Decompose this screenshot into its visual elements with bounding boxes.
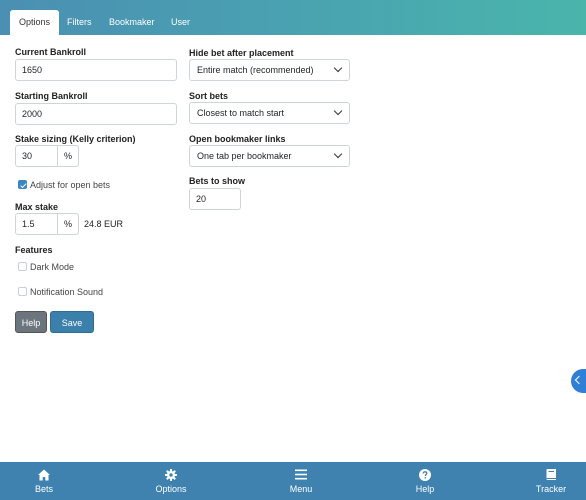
chevron-down-icon <box>333 149 343 159</box>
help-button[interactable]: Help <box>15 311 47 333</box>
gear-icon <box>165 469 177 481</box>
nav-tracker-label: Tracker <box>535 484 567 494</box>
open-links-select[interactable]: One tab per bookmaker <box>189 145 350 167</box>
stake-sizing-input[interactable]: 30 <box>15 145 58 167</box>
notification-sound-checkbox[interactable] <box>18 287 27 296</box>
hide-bet-select[interactable]: Entire match (recommended) <box>189 59 350 81</box>
bottom-nav: Bets Options Menu Help Tracker <box>0 462 586 500</box>
side-panel-toggle[interactable] <box>571 369 586 393</box>
nav-menu[interactable]: Menu <box>271 462 331 500</box>
nav-bets[interactable]: Bets <box>14 462 74 500</box>
bets-to-show-label: Bets to show <box>189 176 246 186</box>
adjust-open-bets-label: Adjust for open bets <box>30 180 111 190</box>
chevron-left-icon <box>574 375 584 385</box>
save-button[interactable]: Save <box>50 311 94 333</box>
bets-to-show-input[interactable]: 20 <box>189 188 241 210</box>
book-icon <box>546 469 556 480</box>
chevron-down-icon <box>333 63 343 73</box>
notification-sound-label: Notification Sound <box>30 287 104 297</box>
nav-bets-label: Bets <box>34 484 53 494</box>
sort-bets-select[interactable]: Closest to match start <box>189 102 350 124</box>
chevron-down-icon <box>333 106 343 116</box>
stake-sizing-percent-addon: % <box>58 145 79 167</box>
max-stake-input[interactable]: 1.5 <box>15 213 58 235</box>
tab-options[interactable]: Options <box>10 10 60 35</box>
stake-sizing-label: Stake sizing (Kelly criterion) <box>15 134 136 144</box>
menu-icon <box>295 469 307 480</box>
max-stake-amount: 24.8 EUR <box>84 219 124 229</box>
nav-options[interactable]: Options <box>141 462 201 500</box>
nav-menu-label: Menu <box>289 484 313 494</box>
starting-bankroll-input[interactable]: 2000 <box>15 103 177 125</box>
nav-options-label: Options <box>155 484 187 494</box>
dark-mode-checkbox[interactable] <box>18 262 27 271</box>
sort-bets-label: Sort bets <box>189 91 229 101</box>
max-stake-label: Max stake <box>15 202 59 212</box>
hide-bet-label: Hide bet after placement <box>189 48 294 58</box>
hide-bet-value: Entire match (recommended) <box>197 65 314 75</box>
tab-user[interactable]: User <box>171 10 190 35</box>
open-links-label: Open bookmaker links <box>189 134 286 144</box>
adjust-open-bets-checkbox[interactable] <box>18 180 27 189</box>
dark-mode-label: Dark Mode <box>30 262 75 272</box>
current-bankroll-label: Current Bankroll <box>15 47 87 57</box>
max-stake-percent-addon: % <box>58 213 79 235</box>
tab-filters[interactable]: Filters <box>67 10 92 35</box>
tab-bookmaker[interactable]: Bookmaker <box>109 10 155 35</box>
current-bankroll-input[interactable]: 1650 <box>15 59 177 81</box>
question-icon <box>419 469 431 481</box>
nav-help-label: Help <box>415 484 435 494</box>
nav-help[interactable]: Help <box>395 462 455 500</box>
sort-bets-value: Closest to match start <box>197 108 285 118</box>
starting-bankroll-label: Starting Bankroll <box>15 91 88 101</box>
home-icon <box>38 469 50 481</box>
tab-bar: Options Filters Bookmaker User <box>0 0 586 35</box>
nav-tracker[interactable]: Tracker <box>521 462 581 500</box>
open-links-value: One tab per bookmaker <box>197 151 292 161</box>
features-heading: Features <box>15 245 53 255</box>
